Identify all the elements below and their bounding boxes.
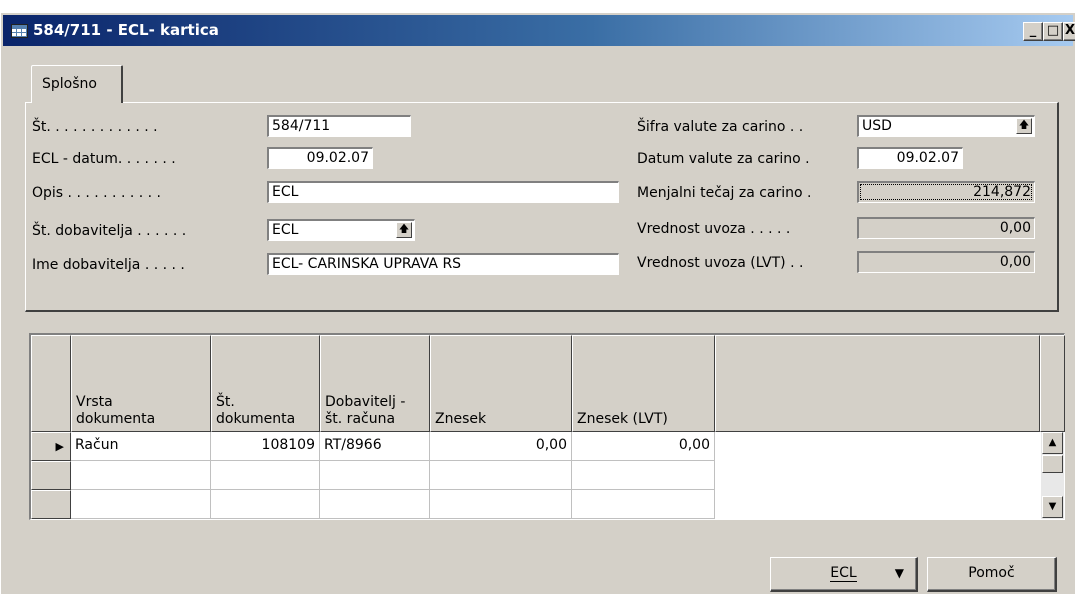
ecl-card-window: 584/711 - ECL- kartica _ □ X Splošno Št.…	[0, 12, 1075, 594]
scroll-up-icon[interactable]: ▲	[1042, 432, 1063, 454]
cell-empty[interactable]	[430, 490, 572, 519]
menjalni-tecaj-field[interactable]: 214,872	[857, 181, 1035, 203]
cell-empty[interactable]	[572, 461, 715, 490]
tab-splosno[interactable]: Splošno	[31, 65, 123, 103]
vrednost-uvoza-lvt-field: 0,00	[857, 251, 1035, 273]
scroll-down-icon[interactable]: ▼	[1042, 496, 1063, 518]
opis-field[interactable]: ECL	[267, 181, 619, 203]
vrednost-uvoza-field: 0,00	[857, 217, 1035, 239]
label-vrednost-uvoza-lvt: Vrednost uvoza (LVT) . .	[637, 255, 804, 271]
column-header-znesek-lvt[interactable]: Znesek (LVT)	[572, 335, 715, 432]
column-header-znesek[interactable]: Znesek	[430, 335, 572, 432]
lookup-arrow-icon[interactable]: 🡅	[1016, 118, 1032, 134]
st-field[interactable]: 584/711	[267, 115, 411, 137]
ecl-menu-button[interactable]: ECL ▼	[770, 557, 918, 592]
cell-znesek-lvt[interactable]: 0,00	[572, 432, 715, 461]
cell-vrsta[interactable]: Račun	[71, 432, 211, 461]
st-dobavitelja-field[interactable]: ECL 🡅	[267, 219, 415, 241]
cell-empty[interactable]	[211, 461, 320, 490]
ecl-datum-field[interactable]: 09.02.07	[267, 147, 373, 169]
cell-empty[interactable]	[211, 490, 320, 519]
column-header-empty	[715, 335, 1040, 432]
row-selector-header	[31, 335, 71, 432]
ime-dobavitelja-field[interactable]: ECL- CARINSKA UPRAVA RS	[267, 253, 619, 275]
window-title: 584/711 - ECL- kartica	[33, 21, 219, 39]
cell-empty[interactable]	[430, 461, 572, 490]
label-sifra-valute: Šifra valute za carino . .	[637, 119, 804, 135]
label-opis: Opis . . . . . . . . . . .	[32, 185, 161, 201]
label-menjalni-tecaj: Menjalni tečaj za carino .	[637, 185, 812, 201]
scroll-header	[1040, 335, 1065, 432]
row-selector[interactable]	[31, 490, 71, 519]
current-row-icon: ▶	[55, 440, 64, 453]
cell-empty[interactable]	[572, 490, 715, 519]
cell-empty[interactable]	[320, 461, 430, 490]
form-icon	[11, 24, 28, 38]
sifra-valute-value: USD	[862, 118, 892, 134]
label-st-dobavitelja: Št. dobavitelja . . . . . .	[32, 223, 187, 239]
maximize-button[interactable]: □	[1043, 22, 1063, 41]
lookup-arrow-icon[interactable]: 🡅	[396, 222, 412, 238]
ecl-button-label: ECL	[830, 565, 857, 582]
cell-empty[interactable]	[320, 490, 430, 519]
label-ime-dobavitelja: Ime dobavitelja . . . . .	[32, 257, 185, 273]
cell-znesek[interactable]: 0,00	[430, 432, 572, 461]
vertical-scrollbar[interactable]: ▲ ▼	[1041, 432, 1064, 519]
column-header-dobavitelj[interactable]: Dobavitelj - št. računa	[320, 335, 430, 432]
row-selector-current[interactable]: ▶	[31, 432, 71, 461]
title-bar[interactable]: 584/711 - ECL- kartica _ □ X	[3, 15, 1075, 46]
label-vrednost-uvoza: Vrednost uvoza . . . . .	[637, 221, 791, 237]
label-datum-valute: Datum valute za carino .	[637, 151, 810, 167]
cell-empty[interactable]	[71, 490, 211, 519]
column-header-vrsta[interactable]: Vrsta dokumenta	[71, 335, 211, 432]
scroll-thumb[interactable]	[1042, 455, 1063, 473]
document-lines-grid[interactable]: Vrsta dokumenta Št. dokumenta Dobavitelj…	[29, 333, 1065, 520]
label-ecl-datum: ECL - datum. . . . . . .	[32, 151, 176, 167]
sifra-valute-field[interactable]: USD 🡅	[857, 115, 1035, 137]
label-st: Št. . . . . . . . . . . . .	[32, 119, 158, 135]
column-header-st-dokumenta[interactable]: Št. dokumenta	[211, 335, 320, 432]
st-dobavitelja-value: ECL	[272, 222, 299, 238]
row-selector[interactable]	[31, 461, 71, 490]
tab-label: Splošno	[42, 76, 97, 92]
cell-empty[interactable]	[71, 461, 211, 490]
dropdown-arrow-icon: ▼	[894, 566, 904, 580]
cell-st-dokumenta[interactable]: 108109	[211, 432, 320, 461]
cell-dobavitelj[interactable]: RT/8966	[320, 432, 430, 461]
close-button[interactable]: X	[1063, 22, 1075, 41]
minimize-button[interactable]: _	[1023, 22, 1043, 41]
datum-valute-field[interactable]: 09.02.07	[857, 147, 963, 169]
help-button[interactable]: Pomoč	[927, 557, 1057, 592]
